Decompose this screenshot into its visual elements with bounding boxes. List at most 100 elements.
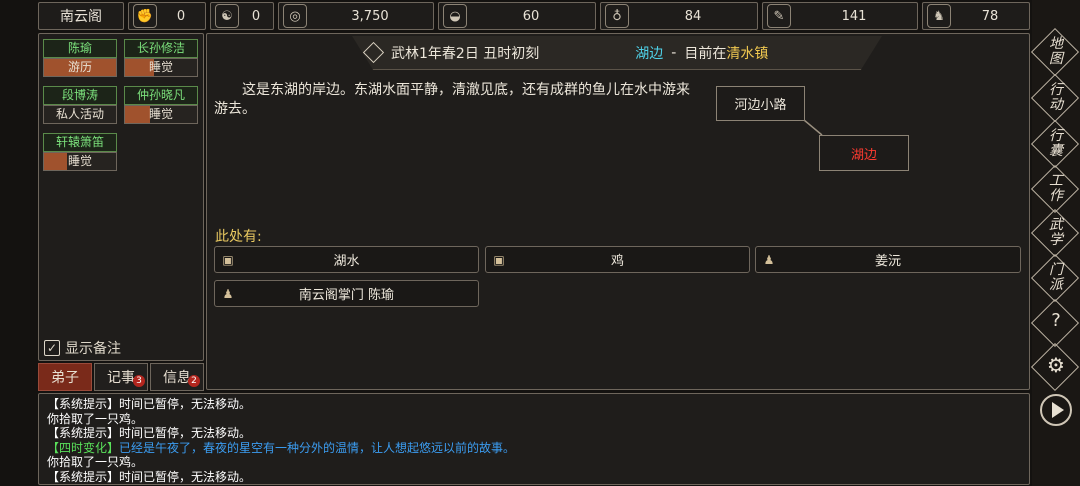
here-label: 此处有: — [215, 229, 262, 245]
resource-value: 3,750 — [351, 8, 389, 24]
help-icon: ? — [1051, 310, 1061, 331]
log-text: 时间已暂停，无法移动。 — [119, 426, 252, 440]
nav-work-label: 工作 — [1049, 173, 1063, 204]
person-icon: ♟ — [222, 286, 234, 301]
entity-label: 姜沅 — [874, 254, 901, 269]
gourd-icon: ♁ — [605, 4, 629, 28]
show-notes-label: 显示备注 — [65, 341, 121, 357]
log-text: 你拾取了一只鸡。 — [47, 411, 144, 426]
town-name: 清水镇 — [726, 45, 769, 62]
tab-disciples[interactable]: 弟子 — [38, 363, 92, 391]
status-progress-bar — [44, 153, 68, 170]
play-icon — [1052, 402, 1064, 418]
scroll-icon: ✎ — [767, 4, 791, 28]
location-name: 湖边 — [635, 45, 664, 62]
nav-sect-label: 门派 — [1049, 262, 1063, 293]
log-tag: 【四时变化】 — [47, 440, 120, 455]
disciple-status: 私人活动 — [43, 105, 117, 124]
disciple-card[interactable]: 轩辕箫笛 睡觉 — [43, 133, 117, 171]
map-node-current[interactable]: 湖边 — [819, 135, 909, 171]
log-tag: 【系统提示】 — [47, 397, 120, 411]
entity-label: 鸡 — [610, 254, 624, 269]
disciple-name: 仲孙晓凡 — [124, 86, 198, 105]
disciple-status: 睡觉 — [43, 152, 117, 171]
resource-value: 0 — [176, 8, 186, 24]
disciple-card[interactable]: 陈瑜 游历 — [43, 39, 117, 77]
resource-horse[interactable]: ♞ 78 — [922, 2, 1030, 30]
fist-icon: ✊ — [133, 4, 157, 28]
entity-chicken[interactable]: ▣ 鸡 — [485, 246, 750, 273]
game-date: 武林1年春2日 丑时初刻 — [391, 45, 540, 62]
resource-value: 60 — [522, 8, 540, 24]
rice-bowl-icon: ◒ — [443, 4, 467, 28]
location-description: 这是东湖的岸边。东湖水面平静，清澈见底，还有成群的鱼儿在水中游来游去。 — [214, 82, 690, 117]
show-notes-toggle[interactable]: ✓ 显示备注 — [44, 339, 121, 357]
log-text: 时间已暂停，无法移动。 — [119, 397, 252, 411]
log-tag: 【系统提示】 — [47, 426, 120, 440]
tab-label: 弟子 — [51, 370, 79, 386]
nav-martial-label: 武学 — [1049, 217, 1063, 248]
disciple-name: 长孙修洁 — [124, 39, 198, 58]
tab-label: 记事 — [107, 370, 135, 386]
disciple-status: 睡觉 — [124, 105, 198, 124]
entity-npc-sect-leader[interactable]: ♟ 南云阁掌门 陈瑜 — [214, 280, 479, 307]
resource-scroll[interactable]: ✎ 141 — [762, 2, 918, 30]
location-header: 武林1年春2日 丑时初刻 湖边 - 目前在 清水镇 — [352, 36, 882, 70]
entity-lake-water[interactable]: ▣ 湖水 — [214, 246, 479, 273]
disciple-name: 陈瑜 — [43, 39, 117, 58]
disciple-card[interactable]: 段博涛 私人活动 — [43, 86, 117, 124]
disciple-status: 睡觉 — [124, 58, 198, 77]
disciple-name: 段博涛 — [43, 86, 117, 105]
log-line: 你拾取了一只鸡。 — [47, 455, 1029, 470]
status-label: 睡觉 — [67, 154, 92, 168]
person-icon: ♟ — [763, 252, 775, 267]
checkbox-icon: ✓ — [44, 340, 60, 356]
log-tag: 【系统提示】 — [47, 469, 120, 484]
disciple-card[interactable]: 仲孙晓凡 睡觉 — [124, 86, 198, 124]
log-line: 【系统提示】时间已暂停，无法移动。 — [47, 426, 1029, 441]
play-button[interactable] — [1040, 394, 1072, 426]
disciple-status: 游历 — [43, 58, 117, 77]
message-log[interactable]: 【系统提示】时间已暂停，无法移动。 你拾取了一只鸡。 【系统提示】时间已暂停，无… — [38, 393, 1030, 485]
log-line: 【系统提示】时间已暂停，无法移动。 — [47, 397, 1029, 412]
log-line: 【四时变化】已经是午夜了，春夜的星空有一种分外的温情，让人想起悠远以前的故事。 — [47, 441, 1029, 456]
nav-bag-label: 行囊 — [1049, 128, 1063, 159]
gear-icon: ⚙ — [1047, 353, 1065, 377]
entity-label: 湖水 — [333, 254, 360, 269]
resource-value: 78 — [981, 8, 999, 24]
current-prefix: 目前在 — [684, 45, 727, 62]
map-node-label: 河边小路 — [734, 98, 787, 113]
nav-action-label: 行动 — [1049, 82, 1063, 113]
box-icon: ▣ — [222, 252, 234, 267]
resource-yin-yang[interactable]: ☯ 0 — [210, 2, 274, 30]
log-text: 时间已暂停，无法移动。 — [119, 469, 252, 484]
resource-coin[interactable]: ◎ 3,750 — [278, 2, 434, 30]
log-line: 【系统提示】时间已暂停，无法移动。 — [47, 470, 1029, 485]
status-label: 睡觉 — [148, 60, 173, 74]
status-label: 私人活动 — [55, 107, 104, 121]
disciple-card[interactable]: 长孙修洁 睡觉 — [124, 39, 198, 77]
log-text: 已经是午夜了，春夜的星空有一种分外的温情，让人想起悠远以前的故事。 — [119, 440, 516, 455]
yin-yang-icon: ☯ — [215, 4, 239, 28]
resource-rice[interactable]: ◒ 60 — [438, 2, 596, 30]
horse-icon: ♞ — [927, 4, 951, 28]
map-node-road[interactable]: 河边小路 — [716, 86, 805, 121]
resource-gourd[interactable]: ♁ 84 — [600, 2, 758, 30]
journal-badge: 3 — [133, 375, 145, 387]
log-text: 你拾取了一只鸡。 — [47, 455, 144, 469]
sect-name: 南云阁 — [60, 9, 102, 25]
disciple-panel — [38, 33, 204, 361]
sect-name-box[interactable]: 南云阁 — [38, 2, 124, 30]
resource-value: 0 — [251, 8, 261, 24]
messages-badge: 2 — [188, 375, 200, 387]
nav-map-label: 地图 — [1049, 36, 1063, 67]
status-progress-bar — [125, 106, 151, 123]
status-label: 游历 — [67, 60, 92, 74]
box-icon: ▣ — [493, 252, 505, 267]
coin-icon: ◎ — [283, 4, 307, 28]
log-line: 你拾取了一只鸡。 — [47, 412, 1029, 427]
resource-value: 84 — [684, 8, 702, 24]
resource-value: 141 — [841, 8, 867, 24]
entity-npc-jiangyuan[interactable]: ♟ 姜沅 — [755, 246, 1021, 273]
resource-fist[interactable]: ✊ 0 — [128, 2, 206, 30]
